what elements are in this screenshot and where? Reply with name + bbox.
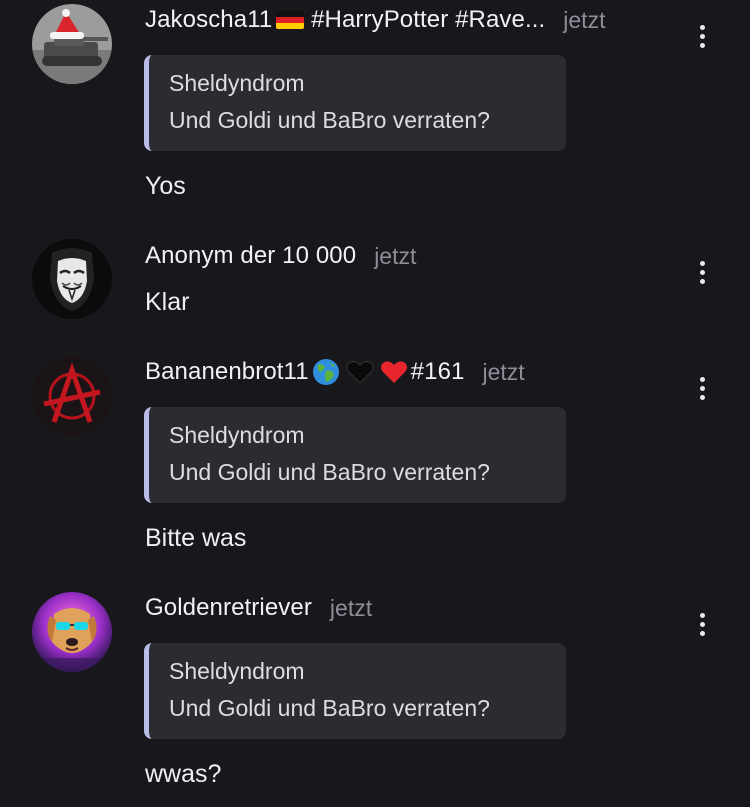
dot bbox=[699, 260, 705, 266]
quote-author: Sheldyndrom bbox=[169, 422, 305, 448]
dot bbox=[699, 24, 705, 30]
quoted-message[interactable]: Sheldyndrom Und Goldi und BaBro verraten… bbox=[144, 55, 566, 151]
quote-text: Und Goldi und BaBro verraten? bbox=[169, 107, 490, 133]
message-header: Jakoscha11 #HarryPotter #Rave... jetzt bbox=[145, 3, 605, 37]
quote-author: Sheldyndrom bbox=[169, 70, 305, 96]
quote-text: Und Goldi und BaBro verraten? bbox=[169, 459, 490, 485]
more-options-button[interactable] bbox=[690, 19, 714, 53]
quote-author: Sheldyndrom bbox=[169, 658, 305, 684]
anarchy-symbol-avatar bbox=[32, 356, 112, 436]
dot bbox=[699, 42, 705, 48]
message-text: Klar bbox=[145, 288, 190, 316]
dot bbox=[699, 621, 705, 627]
avatar[interactable] bbox=[32, 4, 112, 84]
dot bbox=[699, 33, 705, 39]
more-options-button[interactable] bbox=[690, 607, 714, 641]
dot bbox=[699, 385, 705, 391]
dot bbox=[699, 394, 705, 400]
message-text: Yos bbox=[145, 172, 186, 200]
quoted-message[interactable]: Sheldyndrom Und Goldi und BaBro verraten… bbox=[144, 407, 566, 503]
dot bbox=[699, 278, 705, 284]
quote-text: Und Goldi und BaBro verraten? bbox=[169, 695, 490, 721]
dot bbox=[699, 269, 705, 275]
username[interactable]: Jakoscha11 bbox=[145, 6, 272, 34]
message-header: Bananenbrot11 #161 jetzt bbox=[145, 355, 525, 389]
red-heart-icon bbox=[379, 357, 409, 387]
username[interactable]: Bananenbrot11 bbox=[145, 358, 309, 386]
message-header: Goldenretriever jetzt bbox=[145, 591, 372, 625]
username-suffix: #161 bbox=[410, 358, 465, 385]
avatar[interactable] bbox=[32, 356, 112, 436]
avatar[interactable] bbox=[32, 592, 112, 672]
black-heart-icon bbox=[345, 357, 375, 387]
germany-flag-icon bbox=[276, 11, 305, 29]
dot bbox=[699, 376, 705, 382]
avatar[interactable] bbox=[32, 239, 112, 319]
message-feed: Jakoscha11 #HarryPotter #Rave... jetzt S… bbox=[0, 0, 750, 807]
timestamp: jetzt bbox=[563, 6, 606, 33]
timestamp: jetzt bbox=[329, 594, 373, 621]
quoted-message[interactable]: Sheldyndrom Und Goldi und BaBro verraten… bbox=[144, 643, 566, 739]
anonymous-mask-avatar bbox=[32, 239, 112, 319]
message-text: Bitte was bbox=[145, 524, 247, 552]
globe-icon bbox=[311, 357, 341, 387]
message-header: Anonym der 10 000 jetzt bbox=[145, 239, 416, 273]
timestamp: jetzt bbox=[482, 358, 525, 385]
username[interactable]: Anonym der 10 000 bbox=[145, 242, 356, 270]
tank-santa-hat-avatar bbox=[32, 4, 112, 84]
dot bbox=[699, 630, 705, 636]
message-text: wwas? bbox=[145, 760, 222, 788]
username-suffix: #HarryPotter #Rave... bbox=[304, 6, 546, 33]
more-options-button[interactable] bbox=[690, 371, 714, 405]
neon-dog-avatar bbox=[32, 592, 112, 672]
timestamp: jetzt bbox=[374, 242, 417, 269]
more-options-button[interactable] bbox=[690, 255, 714, 289]
username[interactable]: Goldenretriever bbox=[145, 594, 312, 622]
dot bbox=[699, 612, 705, 618]
